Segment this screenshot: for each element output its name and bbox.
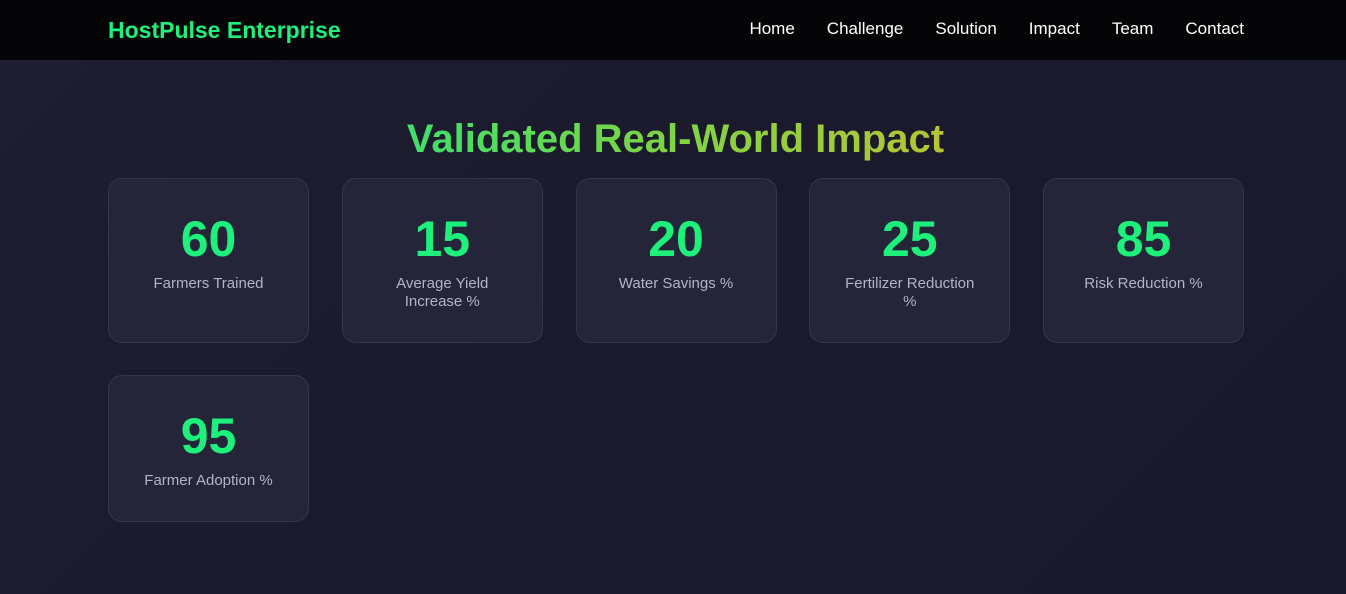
stat-value: 95 xyxy=(180,408,237,464)
stat-value: 20 xyxy=(648,211,704,267)
stat-label: Farmer Adoption % xyxy=(144,472,273,489)
stat-label: Fertilizer Reduction % xyxy=(845,275,975,310)
stat-card-yield-increase: 15 Average Yield Increase % xyxy=(341,178,543,343)
top-navbar: HostPulse Enterprise Home Challenge Solu… xyxy=(0,0,1346,60)
nav-link-solution[interactable]: Solution xyxy=(935,18,996,40)
stat-label: Water Savings % xyxy=(618,275,734,292)
stat-value: 60 xyxy=(180,211,237,267)
stat-value: 25 xyxy=(881,211,938,267)
nav-link-challenge[interactable]: Challenge xyxy=(827,18,904,40)
stats-grid: 60 Farmers Trained 15 Average Yield Incr… xyxy=(108,178,1244,522)
stat-label: Risk Reduction % xyxy=(1084,275,1203,292)
brand-logo-text[interactable]: HostPulse Enterprise xyxy=(108,16,341,44)
nav-link-contact[interactable]: Contact xyxy=(1185,18,1244,40)
stat-card-fertilizer-reduction: 25 Fertilizer Reduction % xyxy=(809,178,1011,343)
stat-value: 15 xyxy=(414,211,471,267)
nav-link-impact[interactable]: Impact xyxy=(1029,18,1080,40)
nav-links: Home Challenge Solution Impact Team Cont… xyxy=(749,18,1244,40)
stat-card-farmer-adoption: 95 Farmer Adoption % xyxy=(108,375,309,522)
stat-value: 85 xyxy=(1115,211,1172,267)
stat-card-water-savings: 20 Water Savings % xyxy=(575,178,777,343)
stat-label: Average Yield Increase % xyxy=(396,275,489,310)
nav-link-home[interactable]: Home xyxy=(749,18,794,40)
section-title: Validated Real-World Impact xyxy=(0,115,1346,163)
stat-label: Farmers Trained xyxy=(153,275,264,292)
nav-link-team[interactable]: Team xyxy=(1112,18,1154,40)
stat-card-risk-reduction: 85 Risk Reduction % xyxy=(1043,178,1244,343)
section-title-text: Validated Real-World Impact xyxy=(406,117,945,161)
stat-card-farmers-trained: 60 Farmers Trained xyxy=(108,178,309,343)
